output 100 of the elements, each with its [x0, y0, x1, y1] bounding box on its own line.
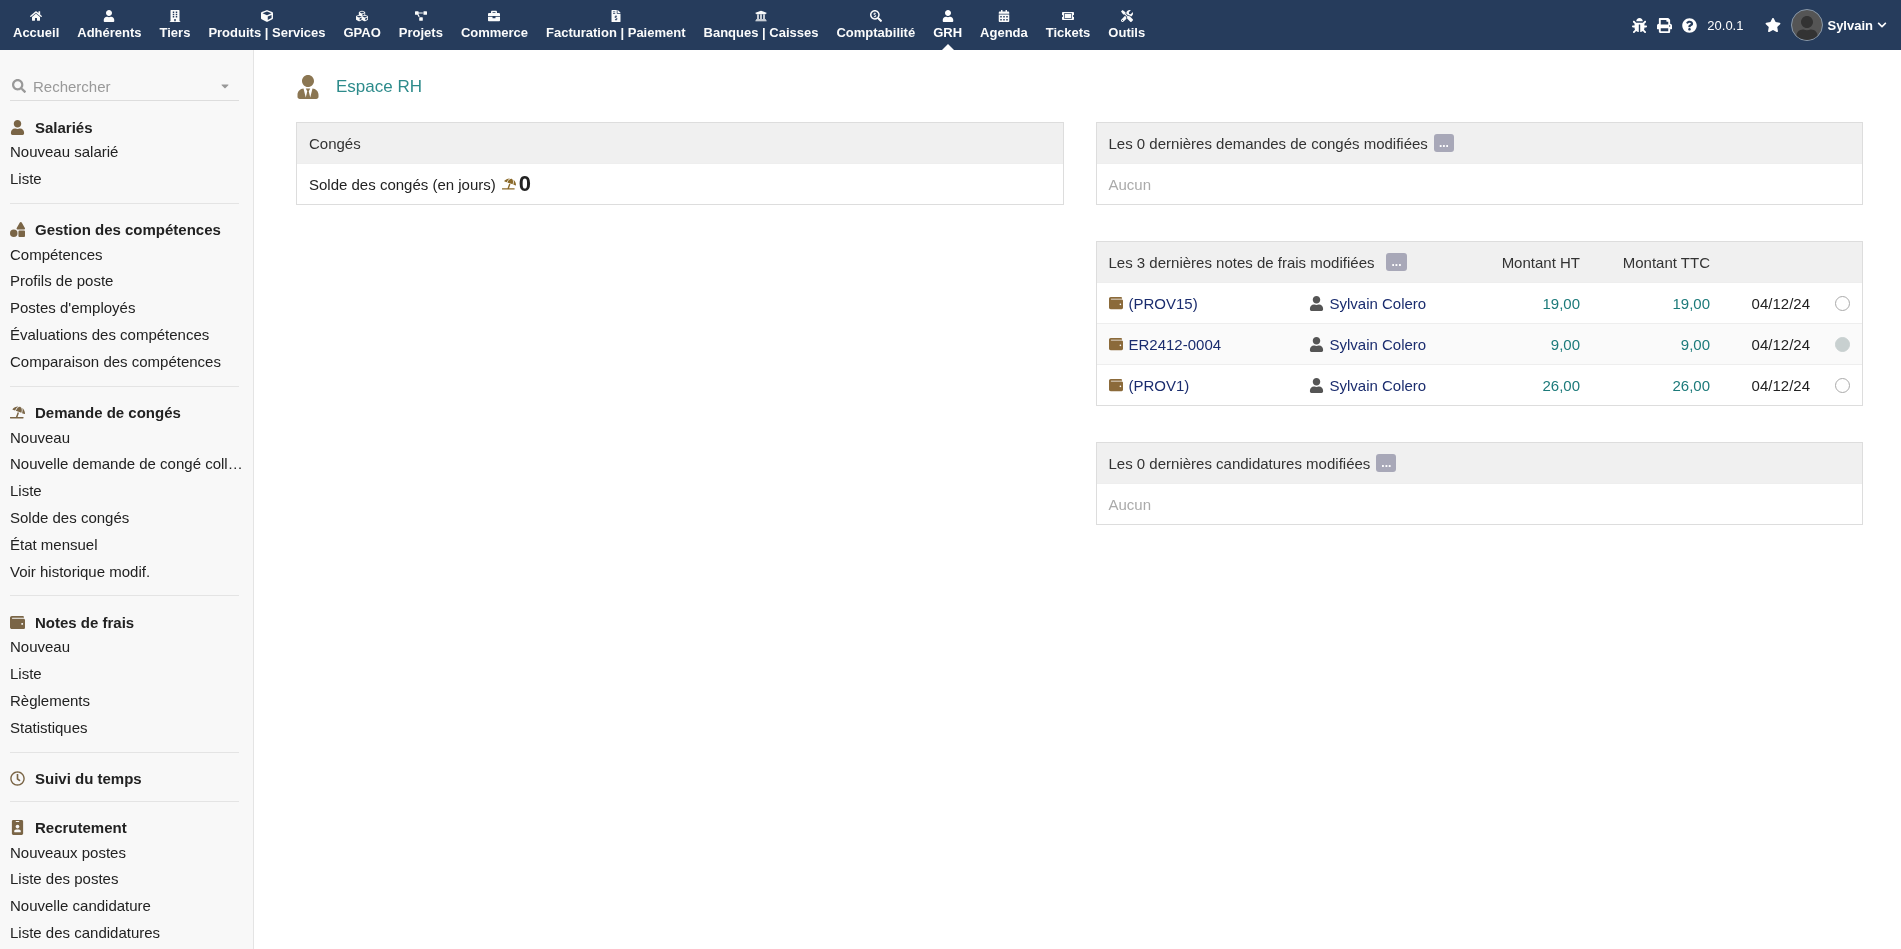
avatar-icon [1791, 9, 1824, 41]
sidebar-link[interactable]: Liste des postes [10, 866, 239, 894]
sidebar-link[interactable]: Liste des candidatures [10, 919, 239, 947]
nav-tab[interactable]: Tiers [150, 0, 200, 50]
section-title[interactable]: Salariés [35, 118, 93, 136]
star-icon[interactable] [1765, 17, 1782, 33]
sidebar-link[interactable]: Nouveau [10, 634, 239, 662]
balance-label: Solde des congés (en jours) [309, 175, 496, 193]
cube-icon [260, 10, 273, 22]
section-title[interactable]: Suivi du temps [35, 770, 142, 788]
wallet-icon [10, 614, 25, 630]
section-title[interactable]: Notes de frais [35, 613, 135, 631]
sidebar-link[interactable]: Liste [10, 478, 239, 505]
empty-text: Aucun [1108, 175, 1152, 193]
sidebar-link[interactable]: Compétences [10, 241, 239, 269]
version-text: 20.0.1 [1707, 17, 1744, 33]
magnifier-icon [869, 10, 882, 22]
user-link[interactable]: Sylvain Colero [1329, 294, 1427, 312]
amount-cell-text: 9,00 [1679, 335, 1710, 353]
umbrella-icon [10, 405, 25, 421]
help-icon[interactable] [1682, 17, 1698, 33]
nav-tab[interactable]: Facturation | Paiement [537, 0, 695, 50]
nav-tab[interactable]: Accueil [4, 0, 69, 50]
wallet-icon [1108, 337, 1123, 351]
nav-tab[interactable]: GPAO [334, 0, 390, 50]
balance-value: 0 [518, 171, 532, 197]
calendar-icon [997, 10, 1010, 22]
amount-cell-text: 19,00 [1541, 294, 1580, 312]
nav-tab[interactable]: Agenda [971, 0, 1037, 50]
sidebar-link[interactable]: Liste [10, 661, 239, 688]
document-icon [609, 10, 622, 22]
nav-tab[interactable]: Adhérents [68, 0, 151, 50]
section-title[interactable]: Gestion des compétences [35, 221, 221, 239]
bug-icon[interactable] [1632, 17, 1648, 33]
amount-cell-text: 26,00 [1541, 376, 1580, 394]
shapes-icon [10, 222, 25, 238]
panel-title: Les 0 dernières candidatures modifiées [1108, 454, 1371, 472]
tools-icon [1120, 10, 1133, 22]
nav-tab[interactable]: Produits | Services [199, 0, 335, 50]
cubes-icon [356, 10, 369, 22]
user-icon [296, 75, 320, 99]
wallet-icon [1108, 378, 1123, 392]
amount-cell-text: 9,00 [1549, 335, 1580, 353]
sidebar-link[interactable]: Liste [10, 165, 239, 193]
clock-icon [10, 771, 25, 787]
nav-tab[interactable]: GRH [924, 0, 972, 50]
expense-link[interactable]: (PROV15) [1128, 294, 1198, 312]
panel-title: Congés [309, 134, 361, 152]
user-icon [1308, 377, 1324, 393]
ticket-icon [1062, 10, 1075, 22]
chevron-icon [1877, 20, 1887, 30]
amount-cell-text: 19,00 [1671, 294, 1710, 312]
sidebar-link[interactable]: État mensuel [10, 531, 239, 559]
sidebar-link[interactable]: Règlements [10, 687, 239, 715]
page-title: Espace RH [336, 77, 422, 97]
search-icon [12, 79, 26, 93]
expense-link[interactable]: (PROV1) [1128, 376, 1190, 394]
sidebar-link[interactable]: Statistiques [10, 714, 239, 742]
sidebar-link[interactable]: Solde des congés [10, 504, 239, 532]
user-icon [103, 10, 116, 22]
print-icon[interactable] [1657, 17, 1673, 33]
sidebar-link[interactable]: Postes d'employés [10, 295, 239, 322]
date-cell-text: 04/12/24 [1750, 335, 1810, 353]
sidebar-link[interactable]: Nouveaux postes [10, 839, 239, 867]
building-icon [168, 10, 181, 22]
expense-link[interactable]: ER2412-0004 [1128, 335, 1222, 353]
user-icon [1308, 295, 1324, 311]
user-icon [10, 119, 25, 135]
user-menu[interactable]: Sylvain [1791, 9, 1887, 41]
panel-title: Les 0 dernières demandes de congés modifiées [1108, 134, 1428, 152]
network-icon [414, 10, 427, 22]
briefcase-icon [488, 10, 501, 22]
nav-tab[interactable]: Projets [389, 0, 452, 50]
sidebar-link[interactable]: Nouveau salarié [10, 139, 239, 166]
nav-tab[interactable]: Commerce [451, 0, 538, 50]
section-title[interactable]: Demande de congés [35, 404, 181, 422]
user-link[interactable]: Sylvain Colero [1329, 335, 1427, 353]
column-header: Montant HT [1500, 253, 1580, 271]
section-title[interactable]: Recrutement [35, 819, 127, 837]
empty-text: Aucun [1108, 495, 1152, 513]
sidebar-link[interactable]: Nouveau [10, 424, 239, 452]
sidebar-link[interactable]: Nouvelle candidature [10, 893, 239, 920]
wallet-icon [1108, 296, 1123, 310]
beach-icon [501, 177, 516, 191]
amount-cell-text: 26,00 [1671, 376, 1710, 394]
sidebar-link[interactable]: Voir historique modif. [10, 558, 239, 586]
home-icon [30, 10, 43, 22]
nav-tab[interactable]: Banques | Caisses [694, 0, 828, 50]
sidebar-link[interactable]: Évaluations des compétences [10, 322, 239, 349]
user-icon [1308, 336, 1324, 352]
nav-tab[interactable]: Outils [1099, 0, 1155, 50]
sidebar-link[interactable]: Profils de poste [10, 268, 239, 296]
nav-tab[interactable]: Tickets [1036, 0, 1100, 50]
bank-icon [755, 10, 767, 22]
nav-tab[interactable]: Comptabilité [827, 0, 925, 50]
sidebar-link[interactable]: Nouvelle demande de congé coll… [10, 451, 239, 479]
date-cell-text: 04/12/24 [1750, 294, 1810, 312]
sidebar-link[interactable]: Comparaison des compétences [10, 348, 239, 376]
user-link[interactable]: Sylvain Colero [1329, 376, 1427, 394]
user-icon [941, 10, 954, 22]
